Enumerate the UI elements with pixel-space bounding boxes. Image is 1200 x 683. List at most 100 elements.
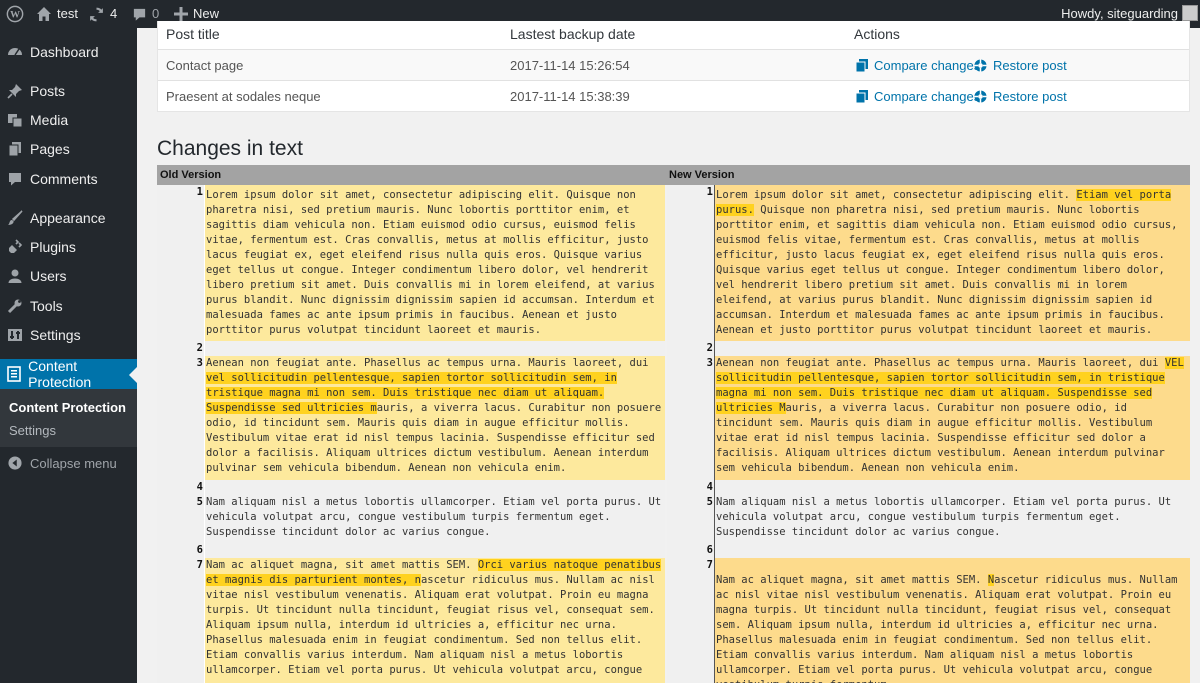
menu-item-media[interactable]: Media [0,105,137,135]
new-line-content [715,543,1190,558]
unchanged-text: Nam ac aliquet magna, sit amet mattis SE… [716,574,988,586]
unchanged-text: Lorem ipsum dolor sit amet, consectetur … [716,189,1077,201]
old-version-header: Old Version [160,169,222,181]
line-number-new: 1 [667,185,715,341]
old-line-content [205,341,665,356]
menu-label: Appearance [30,210,106,226]
pin-icon [0,83,30,99]
menu-item-tools[interactable]: Tools [0,291,137,321]
unchanged-text: Aenean non feugiat ante. Phasellus ac te… [716,357,1165,369]
unchanged-text: ascetur ridiculus mus. Nullam ac nisl vi… [206,574,655,676]
new-line-content: Nam aliquam nisl a metus lobortis ullamc… [715,495,1190,543]
user-icon [0,268,30,284]
plus-icon [174,7,188,21]
settings-icon [0,327,30,343]
menu-item-comments[interactable]: Comments [0,164,137,194]
wrench-icon [0,298,30,314]
restore-label: Restore post [993,89,1067,104]
line-number-old: 4 [157,480,205,495]
wordpress-logo-icon[interactable]: W [6,0,24,28]
menu-label: Content Protection [28,358,92,390]
restore-post-link[interactable]: Restore post [974,81,1067,112]
compare-label: Compare changes [874,89,981,104]
old-line-content: Nam ac aliquet magna, sit amet mattis SE… [205,558,665,683]
new-version-header: New Version [669,169,735,181]
admin-menu: Dashboard Posts Media Pages Comments App… [0,28,137,683]
unchanged-text: Nam aliquam nisl a metus lobortis ullamc… [716,496,1172,538]
updates-icon [88,6,105,23]
copy-icon [856,59,868,72]
restore-icon [974,90,987,103]
menu-label: Dashboard [30,44,99,60]
table-header: Post title Lastest backup date Actions [158,21,1189,49]
line-number-old: 7 [157,558,205,683]
post-title: Contact page [166,58,244,73]
new-line-content: Aenean non feugiat ante. Phasellus ac te… [715,356,1190,480]
compare-label: Compare changes [874,58,981,73]
media-icon [0,112,30,128]
line-number-old: 5 [157,495,205,543]
new-line-content: Lorem ipsum dolor sit amet, consectetur … [715,185,1190,341]
compare-changes-link[interactable]: Compare changes [856,50,980,81]
table-row: Contact page 2017-11-14 15:26:54 Compare… [158,49,1189,80]
submenu-item-content-protection[interactable]: Content Protection [9,400,126,415]
avatar[interactable] [1182,5,1198,21]
restore-post-link[interactable]: Restore post [974,50,1067,81]
content-protection-icon [0,366,28,382]
table-row: Praesent at sodales neque 2017-11-14 15:… [158,80,1189,111]
menu-item-appearance[interactable]: Appearance [0,203,137,233]
submenu-item-settings[interactable]: Settings [9,423,56,438]
old-line-content [205,480,665,495]
collapse-label: Collapse menu [30,455,117,471]
submenu: Content Protection Settings [0,389,137,447]
column-header-post-title: Post title [166,26,220,42]
backups-table: Post title Lastest backup date Actions C… [157,21,1190,112]
updates-link[interactable]: 4 [88,0,117,28]
menu-label: Posts [30,83,66,99]
line-number-old: 1 [157,185,205,341]
line-number-old: 2 [157,341,205,356]
old-line-content: Lorem ipsum dolor sit amet, consectetur … [205,185,665,341]
unchanged-text: Quisque non pharetra nisi, sed pretium m… [716,204,1178,336]
collapse-icon [0,456,30,470]
menu-item-posts[interactable]: Posts [0,76,137,106]
menu-item-settings[interactable]: Settings [0,320,137,350]
page-title: Changes in text [157,137,303,160]
updates-count: 4 [110,6,118,21]
unchanged-text: Lorem ipsum dolor sit amet, consectetur … [206,189,655,336]
site-name-link[interactable]: test [36,0,78,28]
unchanged-text: Aenean non feugiat ante. Phasellus ac te… [206,357,649,369]
backup-date: 2017-11-14 15:26:54 [510,58,630,73]
menu-label: Settings [30,327,81,343]
line-number-new: 3 [667,356,715,480]
menu-item-users[interactable]: Users [0,261,137,291]
menu-label: Pages [30,141,70,157]
dashboard-icon [0,44,30,60]
line-number-old: 3 [157,356,205,480]
unchanged-text: Nam aliquam nisl a metus lobortis ullamc… [206,496,662,538]
restore-icon [974,59,987,72]
line-number-new: 6 [667,543,715,558]
column-header-backup-date: Lastest backup date [510,26,636,42]
menu-item-content-protection[interactable]: Content Protection [0,358,137,390]
pages-icon [0,141,30,157]
old-line-content: Aenean non feugiat ante. Phasellus ac te… [205,356,665,480]
new-line-content [715,341,1190,356]
comments-link[interactable]: 0 [132,0,159,28]
column-header-actions: Actions [854,26,900,42]
compare-changes-link[interactable]: Compare changes [856,81,980,112]
new-line-content: Nam ac aliquet magna, sit amet mattis SE… [715,558,1190,683]
unchanged-text: ascetur ridiculus mus. Nullam ac nisl vi… [716,574,1178,683]
old-line-content: Nam aliquam nisl a metus lobortis ullamc… [205,495,665,543]
plug-icon [0,239,30,255]
collapse-menu-button[interactable]: Collapse menu [0,452,137,474]
menu-item-plugins[interactable]: Plugins [0,232,137,262]
menu-label: Comments [30,171,98,187]
menu-item-dashboard[interactable]: Dashboard [0,37,137,67]
divider [714,185,715,683]
menu-label: Media [30,112,69,128]
diff-table: Old Version New Version 1 Lorem ipsum do… [157,165,1190,683]
svg-text:W: W [10,10,20,21]
menu-item-pages[interactable]: Pages [0,134,137,164]
menu-label: Tools [30,298,63,314]
